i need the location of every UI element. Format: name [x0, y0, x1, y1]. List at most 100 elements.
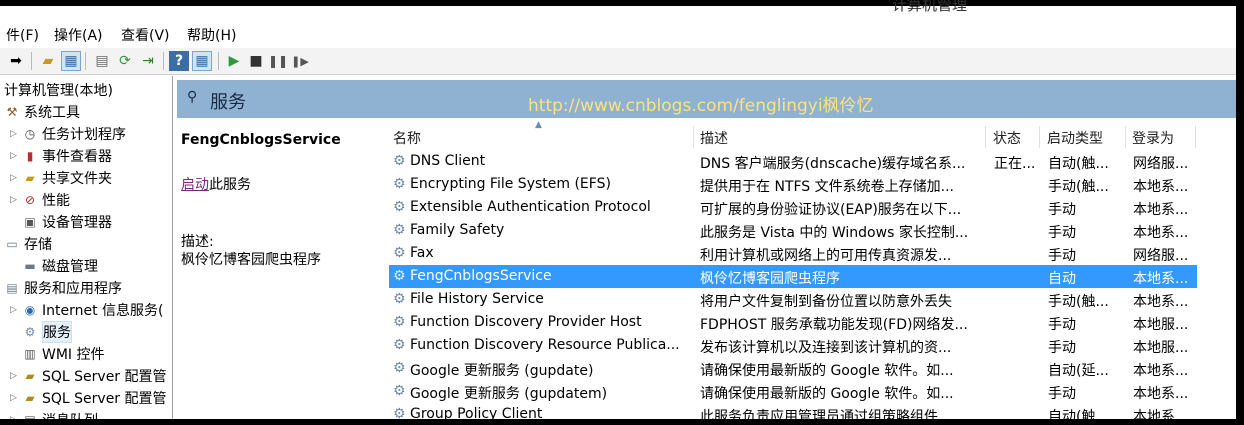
column-separator[interactable] — [1125, 126, 1126, 148]
tree-item-disk-management[interactable]: ▬ 磁盘管理 — [22, 255, 98, 277]
expand-arrow-icon[interactable]: ▷ — [10, 371, 22, 381]
window-frame-right — [1236, 0, 1244, 425]
service-startup-cell: 手动(触... — [1048, 294, 1109, 310]
expand-arrow-icon[interactable]: ▷ — [10, 415, 22, 419]
properties-icon[interactable]: ▤ — [92, 51, 112, 71]
toolbar-separator — [218, 52, 219, 70]
expand-arrow-icon[interactable]: ▷ — [10, 393, 22, 403]
service-startup-cell: 手动 — [1048, 248, 1076, 264]
expand-arrow-icon[interactable]: ▷ — [10, 129, 22, 139]
refresh-icon[interactable]: ⟳ — [115, 51, 135, 71]
table-row[interactable]: ⚙ Group Policy Client 此服务负责应用管理员通过组策略组件...… — [389, 403, 1197, 419]
forward-arrow-icon[interactable]: ➡ — [6, 51, 26, 71]
storage-icon: ▭ — [6, 237, 18, 251]
up-folder-icon[interactable]: ▰ — [38, 51, 58, 71]
tree-item-device-manager[interactable]: ▣ 设备管理器 — [22, 211, 112, 233]
show-tree-icon[interactable]: ▦ — [61, 51, 81, 71]
service-description-cell: 可扩展的身份验证协议(EAP)服务在以下... — [700, 202, 962, 218]
table-row[interactable]: ⚙ Encrypting File System (EFS) 提供用于在 NTFS … — [389, 173, 1197, 196]
stop-service-icon[interactable]: ■ — [246, 51, 266, 71]
service-name-cell: DNS Client — [410, 153, 486, 169]
column-header-status[interactable]: 状态 — [993, 128, 1021, 148]
tree-item-shared-folders[interactable]: ▷ ▰ 共享文件夹 — [10, 167, 112, 189]
tree-item-wmi-control[interactable]: ▥ WMI 控件 — [22, 343, 104, 365]
column-header-description[interactable]: 描述 — [700, 128, 728, 148]
service-detail-panel: FengCnblogsService 启动此服务 描述: 枫伶忆博客园爬虫程序 — [177, 118, 381, 419]
expand-arrow-icon[interactable]: ▷ — [10, 151, 22, 161]
action-pane-icon[interactable]: ▦ — [192, 51, 212, 71]
tree-item-task-scheduler[interactable]: ▷ ◷ 任务计划程序 — [10, 123, 126, 145]
menu-view[interactable]: 查看(V) — [121, 25, 170, 45]
window-frame-bottom — [0, 419, 1244, 425]
column-header-startup-type[interactable]: 启动类型 — [1047, 128, 1103, 148]
start-service-link[interactable]: 启动 — [181, 177, 209, 193]
service-startup-cell: 手动 — [1048, 225, 1076, 241]
tree-item-services[interactable]: ⚙ 服务 — [22, 321, 72, 343]
expand-arrow-icon[interactable]: ▷ — [10, 305, 22, 315]
service-name-cell: Family Safety — [410, 222, 505, 238]
table-row[interactable]: ⚙ FengCnblogsService 枫伶忆博客园爬虫程序 自动 本地系... — [389, 265, 1197, 288]
description-label: 描述: — [181, 234, 214, 250]
pause-service-icon[interactable]: ❚❚ — [268, 51, 288, 71]
column-separator[interactable] — [985, 126, 986, 148]
table-row[interactable]: ⚙ Google 更新服务 (gupdatem) 请确保使用最新版的 Google … — [389, 380, 1197, 403]
column-separator[interactable] — [693, 126, 694, 148]
start-service-icon[interactable]: ▶ — [224, 51, 244, 71]
service-description-cell: 此服务是 Vista 中的 Windows 家长控制... — [700, 225, 969, 241]
service-logon-cell: 网络服... — [1133, 248, 1189, 264]
services-gear-icon: ⚙ — [24, 325, 36, 339]
service-startup-cell: 手动 — [1048, 317, 1076, 333]
table-row[interactable]: ⚙ Family Safety 此服务是 Vista 中的 Windows 家长控制… — [389, 219, 1197, 242]
restart-service-icon[interactable]: ❚▶ — [290, 51, 310, 71]
service-description-cell: DNS 客户端服务(dnscache)缓存域名系... — [700, 156, 966, 172]
menu-file[interactable]: 件(F) — [6, 25, 39, 45]
help-icon[interactable]: ? — [169, 51, 189, 71]
toolbar-separator — [163, 52, 164, 70]
table-row[interactable]: ⚙ Function Discovery Provider Host FDPHOST… — [389, 311, 1197, 334]
service-logon-cell: 本地系... — [1133, 363, 1189, 379]
service-startup-cell: 手动 — [1048, 202, 1076, 218]
table-row[interactable]: ⚙ Extensible Authentication Protocol 可扩展的身… — [389, 196, 1197, 219]
service-logon-cell: 本地系... — [1133, 386, 1189, 402]
disk-icon: ▬ — [24, 259, 36, 273]
menu-help[interactable]: 帮助(H) — [187, 25, 236, 45]
expand-arrow-icon[interactable]: ▷ — [10, 173, 22, 183]
service-name-cell: Google 更新服务 (gupdatem) — [410, 386, 608, 402]
service-logon-cell: 本地系... — [1133, 294, 1189, 310]
console-tree: 计算机管理(本地) ⚒ 系统工具 ▷ ◷ 任务计划程序 ▷ ▮ 事件查看器 ▷ … — [0, 76, 173, 419]
service-gear-icon: ⚙ — [393, 245, 406, 261]
export-list-icon[interactable]: ⇥ — [138, 51, 158, 71]
service-name-cell: Group Policy Client — [410, 406, 543, 419]
table-row[interactable]: ⚙ File History Service 将用户文件复制到备份位置以防意外丢失 手… — [389, 288, 1197, 311]
tree-item-computer-management[interactable]: 计算机管理(本地) — [4, 79, 113, 101]
tree-item-iis[interactable]: ▷ ◉ Internet 信息服务( — [10, 299, 164, 321]
expand-arrow-icon[interactable]: ▷ — [10, 195, 22, 205]
service-gear-icon: ⚙ — [393, 222, 406, 238]
column-header-logon-as[interactable]: 登录为 — [1132, 128, 1174, 148]
column-separator[interactable] — [1195, 126, 1196, 148]
tree-item-services-and-apps[interactable]: ▤ 服务和应用程序 — [4, 277, 122, 299]
tree-item-event-viewer[interactable]: ▷ ▮ 事件查看器 — [10, 145, 112, 167]
service-logon-cell: 本地服... — [1133, 317, 1189, 333]
service-logon-cell: 本地系... — [1133, 409, 1189, 419]
service-description-cell: 此服务负责应用管理员通过组策略组件... — [700, 409, 952, 419]
tree-item-sql-server-config[interactable]: ▷ ▰ SQL Server 配置管 — [10, 365, 167, 387]
service-description-cell: FDPHOST 服务承载功能发现(FD)网络发... — [700, 317, 968, 333]
table-row[interactable]: ⚙ Fax 利用计算机或网络上的可用传真资源发... 手动 网络服... — [389, 242, 1197, 265]
tree-item-storage[interactable]: ▭ 存储 — [4, 233, 52, 255]
table-row[interactable]: ⚙ DNS Client DNS 客户端服务(dnscache)缓存域名系... 正在… — [389, 150, 1197, 173]
start-service-suffix: 此服务 — [209, 177, 251, 193]
table-row[interactable]: ⚙ Google 更新服务 (gupdate) 请确保使用最新版的 Google 软… — [389, 357, 1197, 380]
shared-folder-icon: ▰ — [25, 171, 35, 185]
menu-action[interactable]: 操作(A) — [54, 25, 103, 45]
tree-item-sql-server-config[interactable]: ▷ ▰ SQL Server 配置管 — [10, 387, 167, 409]
service-name-cell: Function Discovery Provider Host — [410, 314, 642, 330]
table-row[interactable]: ⚙ Function Discovery Resource Publica... 发… — [389, 334, 1197, 357]
column-separator[interactable] — [1039, 126, 1040, 148]
tree-item-message-queuing[interactable]: ▷ ▤ 消息队列 — [10, 409, 98, 419]
tree-item-performance[interactable]: ▷ ⊘ 性能 — [10, 189, 70, 211]
service-startup-cell: 手动 — [1048, 340, 1076, 356]
service-gear-icon: ⚙ — [393, 176, 406, 192]
column-header-name[interactable]: 名称 — [393, 128, 421, 148]
tree-item-system-tools[interactable]: ⚒ 系统工具 — [4, 101, 80, 123]
